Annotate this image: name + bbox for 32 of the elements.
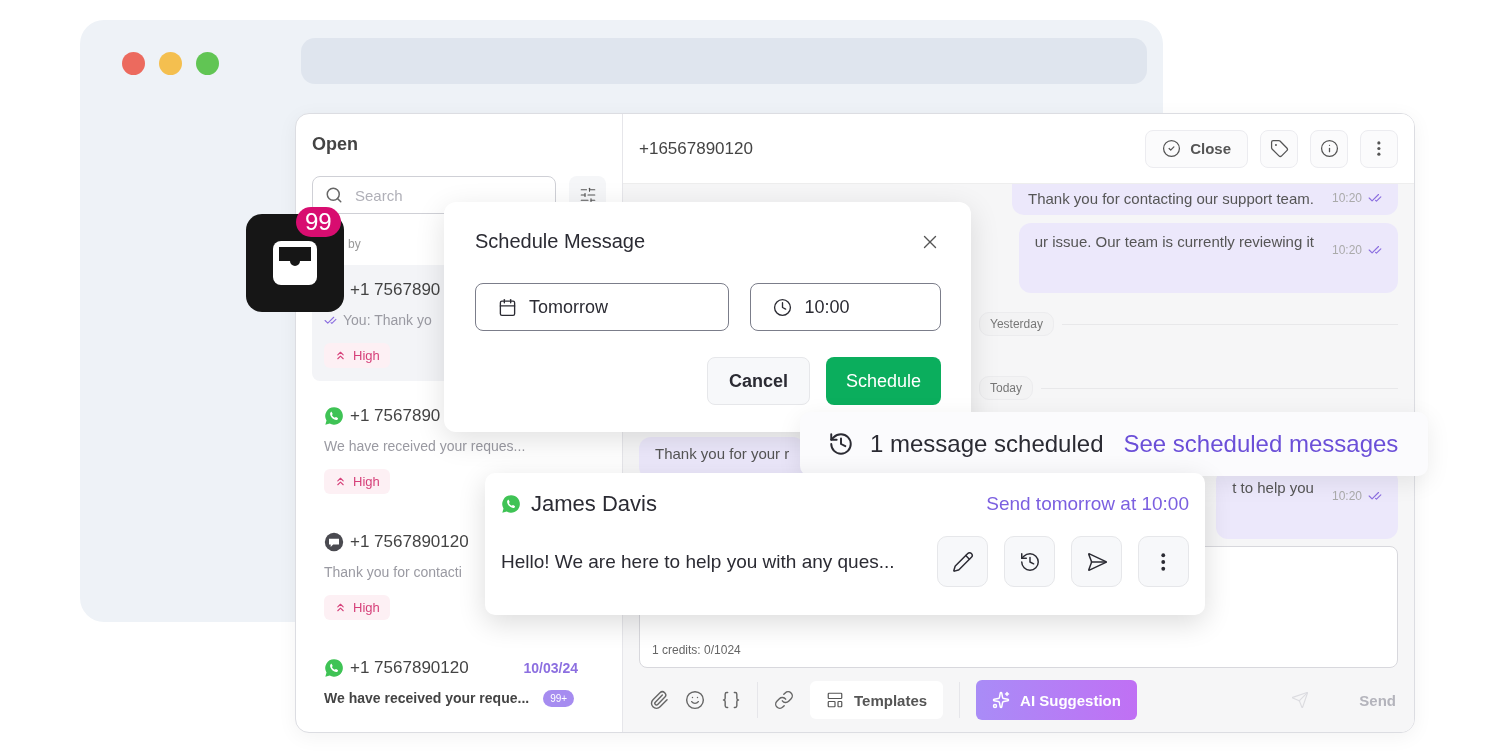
notice-text: 1 message scheduled <box>870 430 1104 458</box>
priority-tag: High <box>324 595 390 620</box>
send-time: Send tomorrow at 10:00 <box>986 493 1189 515</box>
message-time: 10:20 <box>1331 243 1362 257</box>
list-title: Open <box>312 134 359 155</box>
message-time: 10:20 <box>1331 489 1362 503</box>
message-preview: You: Thank yo <box>343 312 432 328</box>
message-text: Thank you for your r <box>655 445 790 462</box>
unread-count: 99+ <box>543 689 575 707</box>
notification-badge: 99 <box>296 207 341 237</box>
phone-number: +1 7567890120 <box>350 658 469 678</box>
message-time: 10:20 <box>1331 191 1362 205</box>
message-text: t to help you <box>1232 479 1314 496</box>
priority-tag: High <box>324 343 390 368</box>
contact-number: +16567890120 <box>639 138 753 159</box>
phone-number: +1 7567890120 <box>350 532 469 552</box>
message-text: ur issue. Our team is currently reviewing it <box>1034 233 1314 250</box>
message-preview: We have received your reques... <box>324 438 526 454</box>
message-preview: Thank you for contacti <box>324 564 462 580</box>
credits-counter: 1 credits: 0/1024 <box>652 643 741 657</box>
message-text: Thank you for contacting our support team. <box>1027 190 1314 207</box>
contact-name: James Davis <box>531 491 657 517</box>
priority-tag: High <box>324 469 390 494</box>
date-divider: Yesterday <box>979 312 1054 336</box>
conversation-date: 10/03/24 <box>523 660 578 676</box>
dialog-title: Schedule Message <box>475 230 646 253</box>
phone-number: +1 7567890 <box>350 406 441 426</box>
message-preview: We have received your reque... <box>324 690 530 706</box>
message-text: Hello! We are here to help you with any ques... <box>501 550 895 573</box>
phone-number: +1 7567890 <box>350 280 441 300</box>
sort-label: by <box>348 237 361 251</box>
date-divider: Today <box>979 376 1034 400</box>
